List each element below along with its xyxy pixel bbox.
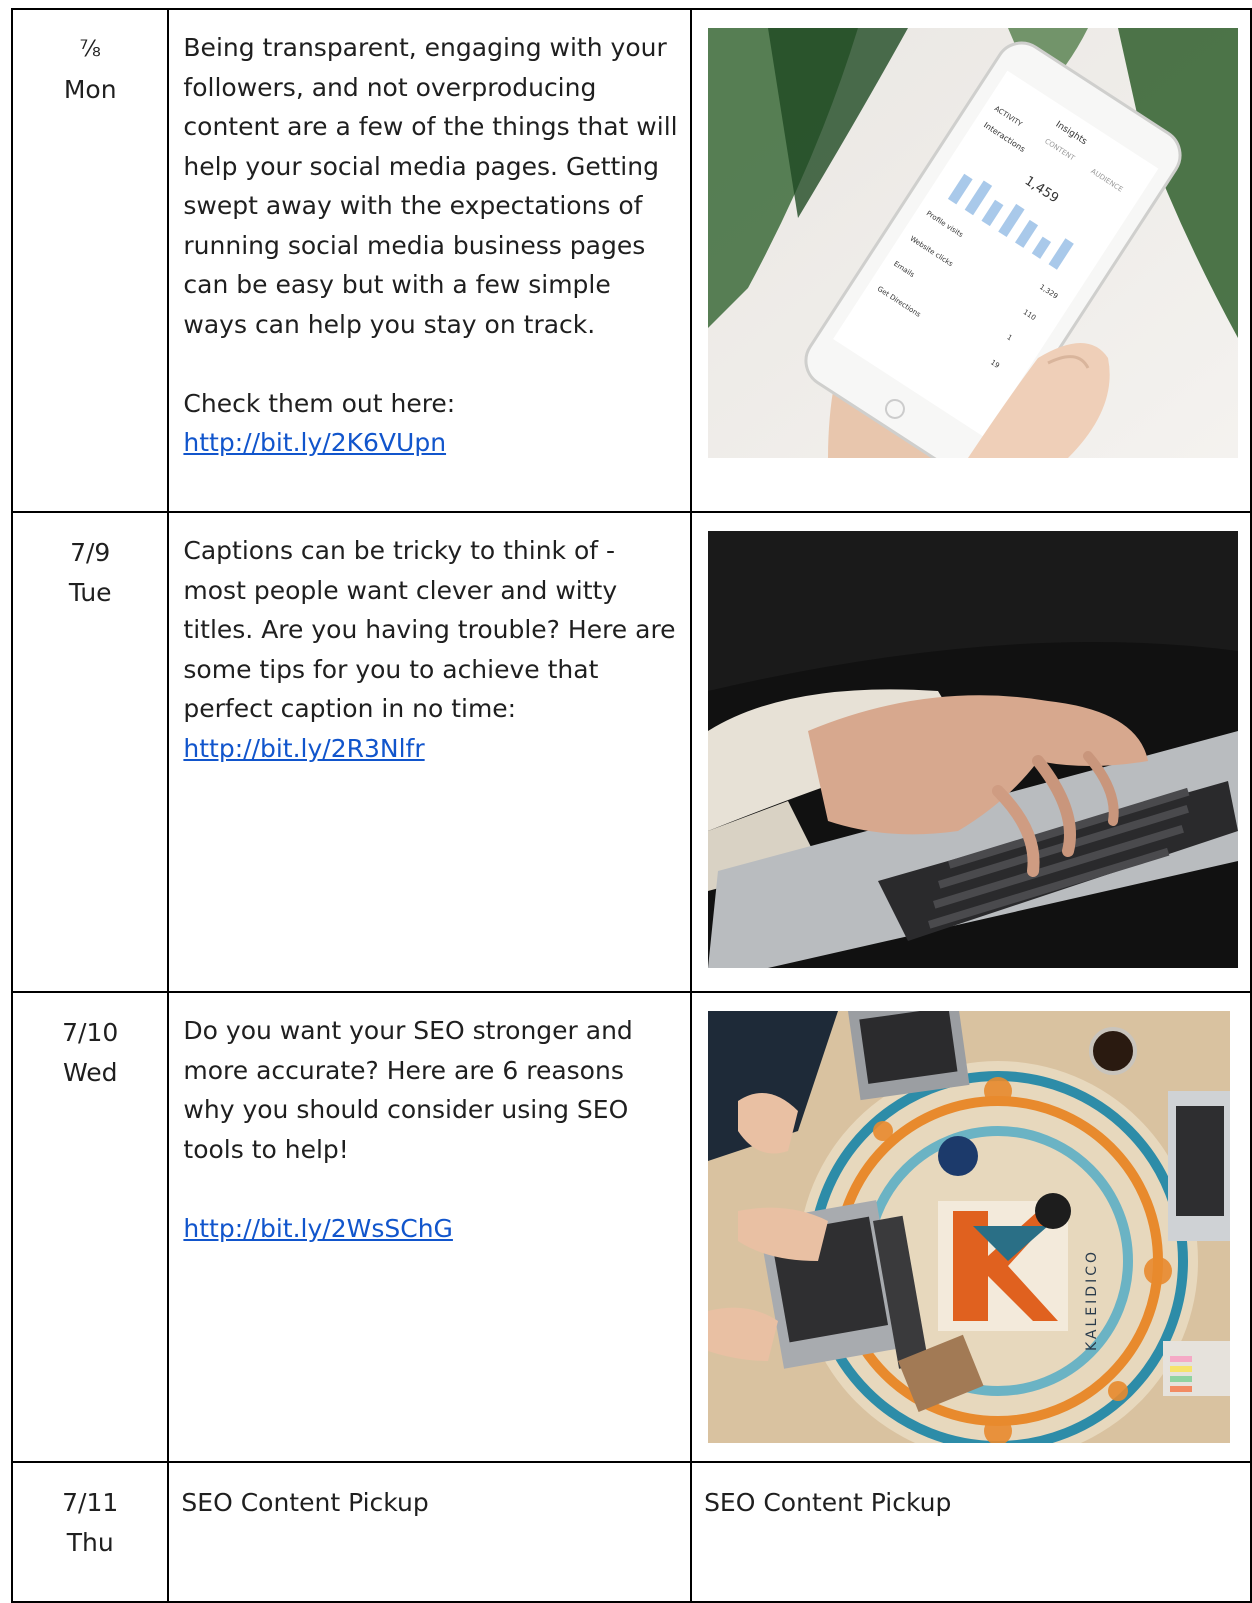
image-cell: Insights ACTIVITY CONTENT AUDIENCE Inter… xyxy=(690,8,1252,513)
content-calendar-table: ⅞ Mon Being transparent, engaging with y… xyxy=(10,8,1252,1603)
date-cell: 7/10 Wed xyxy=(10,991,170,1463)
post-copy-cell: Being transparent, engaging with your fo… xyxy=(167,8,693,513)
date-cell: 7/9 Tue xyxy=(10,511,170,993)
table-row: 7/11 Thu SEO Content Pickup SEO Content … xyxy=(10,1461,1252,1603)
mat-label: KALEIDICO xyxy=(1084,1249,1100,1351)
day-label: Tue xyxy=(68,578,112,607)
image-cell xyxy=(690,511,1252,993)
image-cell: SEO Content Pickup xyxy=(690,1461,1252,1603)
post-copy-cell: Captions can be tricky to think of - mos… xyxy=(167,511,693,993)
post-link[interactable]: http://bit.ly/2R3Nlfr xyxy=(183,734,424,763)
post-link[interactable]: http://bit.ly/2K6VUpn xyxy=(183,428,446,457)
image-cell: KALEIDICO xyxy=(690,991,1252,1463)
post-copy-cell: SEO Content Pickup xyxy=(167,1461,693,1603)
post-paragraph: SEO Content Pickup xyxy=(181,1488,429,1517)
date-cell: 7/11 Thu xyxy=(10,1461,170,1603)
date-cell: ⅞ Mon xyxy=(10,8,170,513)
date-label: 7/10 xyxy=(62,1018,119,1047)
table-row: ⅞ Mon Being transparent, engaging with y… xyxy=(10,8,1252,513)
post-paragraph: Check them out here: xyxy=(183,388,456,418)
post-paragraph: Being transparent, engaging with your fo… xyxy=(183,33,678,339)
content-calendar-page: ⅞ Mon Being transparent, engaging with y… xyxy=(0,0,1252,1603)
post-link[interactable]: http://bit.ly/2WsSChG xyxy=(183,1214,453,1243)
table-row: 7/10 Wed Do you want your SEO stronger a… xyxy=(10,991,1252,1463)
phone-insights-photo-icon: Insights ACTIVITY CONTENT AUDIENCE Inter… xyxy=(708,28,1239,458)
kaleidico-desk-photo-icon: KALEIDICO xyxy=(708,1011,1231,1443)
date-label: ⅞ xyxy=(79,37,101,62)
laptop-typing-photo-icon xyxy=(708,531,1239,968)
post-paragraph: Captions can be tricky to think of - mos… xyxy=(183,536,676,723)
day-label: Wed xyxy=(62,1058,118,1087)
table-row: 7/9 Tue Captions can be tricky to think … xyxy=(10,511,1252,993)
image-placeholder-text: SEO Content Pickup xyxy=(704,1488,952,1517)
day-label: Thu xyxy=(66,1528,114,1557)
date-label: 7/9 xyxy=(70,538,111,567)
date-label: 7/11 xyxy=(62,1488,119,1517)
post-paragraph: Do you want your SEO stronger and more a… xyxy=(183,1016,633,1164)
day-label: Mon xyxy=(63,75,117,104)
post-copy-cell: Do you want your SEO stronger and more a… xyxy=(167,991,693,1463)
